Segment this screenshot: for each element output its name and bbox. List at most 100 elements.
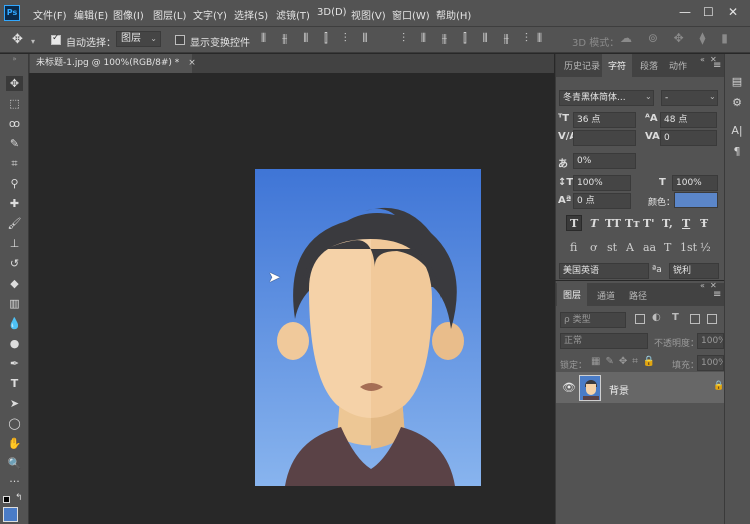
- close-tab-icon[interactable]: ×: [188, 58, 196, 68]
- menu-help[interactable]: 帮助(H): [436, 7, 471, 22]
- character-panel-icon[interactable]: A|: [729, 124, 745, 138]
- layers-collapse-icon[interactable]: ✕: [710, 281, 717, 290]
- align-icons-group-1[interactable]: ⫴ ⫵ ⫴ ⫿ ⫶ ⫴: [261, 31, 374, 46]
- opacity-field[interactable]: 100%: [697, 333, 724, 349]
- zoom-tool-icon[interactable]: 🔍: [6, 456, 23, 471]
- filter-type-icon[interactable]: T: [672, 312, 679, 323]
- discretionary-ligatures-button[interactable]: ơ: [590, 241, 597, 254]
- filter-adjustment-icon[interactable]: ◐: [652, 312, 661, 323]
- titling-alternates-button[interactable]: A: [626, 241, 634, 254]
- fill-field[interactable]: 100%: [697, 355, 724, 371]
- tsume-field[interactable]: 0%: [573, 153, 636, 169]
- tool-preset-caret-icon[interactable]: ▾: [31, 37, 35, 46]
- menu-filter[interactable]: 滤镜(T): [276, 7, 310, 22]
- underline-button[interactable]: T: [682, 217, 690, 230]
- menu-select[interactable]: 选择(S): [234, 7, 268, 22]
- font-family-select[interactable]: 冬青黑体简体...: [559, 90, 654, 106]
- strikethrough-button[interactable]: Ŧ: [700, 217, 708, 230]
- close-window-button[interactable]: ✕: [728, 5, 738, 19]
- layer-filter-select[interactable]: ρ 类型: [560, 312, 626, 328]
- pen-tool-icon[interactable]: ✒: [6, 356, 23, 371]
- more-tools-icon[interactable]: ···: [6, 474, 23, 489]
- marquee-tool-icon[interactable]: ⬚: [6, 96, 23, 111]
- layers-menu-icon[interactable]: ≡: [713, 289, 721, 300]
- chevron-down-icon[interactable]: ⌄: [709, 92, 716, 101]
- auto-select-dropdown[interactable]: 图层 ⌄: [116, 31, 161, 47]
- eyedropper-tool-icon[interactable]: ⚲: [6, 176, 23, 191]
- vertical-scale-field[interactable]: 100%: [573, 175, 631, 191]
- tab-layers[interactable]: 图层: [557, 283, 588, 306]
- lock-icons[interactable]: ▦✎✥⌗🔒: [591, 356, 660, 367]
- quick-select-tool-icon[interactable]: ✎: [6, 136, 23, 151]
- dodge-tool-icon[interactable]: ●: [6, 336, 23, 351]
- gradient-tool-icon[interactable]: ▥: [6, 296, 23, 311]
- font-size-field[interactable]: 36 点: [573, 112, 636, 128]
- auto-align-icon[interactable]: ⫴: [537, 31, 542, 46]
- tab-channels[interactable]: 通道: [597, 289, 615, 302]
- lasso-tool-icon[interactable]: ꝏ: [6, 116, 23, 131]
- old-style-button[interactable]: T: [664, 241, 671, 254]
- toolbox-collapse-icon[interactable]: »: [0, 55, 29, 63]
- ligatures-button[interactable]: fi: [570, 241, 577, 254]
- tab-actions[interactable]: 动作: [669, 59, 687, 72]
- crop-tool-icon[interactable]: ⌗: [6, 156, 23, 171]
- menu-view[interactable]: 视图(V): [351, 7, 386, 22]
- brush-panel-icon[interactable]: ⚙: [729, 96, 745, 110]
- superscript-button[interactable]: T': [643, 217, 655, 230]
- clone-stamp-tool-icon[interactable]: ⊥: [6, 236, 23, 251]
- text-color-swatch[interactable]: [674, 192, 718, 208]
- panel-expand-icon[interactable]: «: [700, 55, 705, 64]
- antialias-select[interactable]: 锐利: [669, 263, 719, 279]
- chevron-down-icon[interactable]: ⌄: [645, 92, 652, 101]
- fractions-button[interactable]: ½: [700, 241, 711, 254]
- hand-tool-icon[interactable]: ✋: [6, 436, 23, 451]
- filter-smart-icon[interactable]: [707, 314, 717, 324]
- faux-bold-button[interactable]: T: [570, 217, 578, 230]
- menu-edit[interactable]: 编辑(E): [74, 7, 108, 22]
- blend-mode-select[interactable]: 正常: [560, 333, 648, 349]
- tab-history[interactable]: 历史记录: [564, 59, 600, 72]
- type-tool-icon[interactable]: T: [6, 376, 23, 391]
- filter-shape-icon[interactable]: [690, 314, 700, 324]
- layers-expand-icon[interactable]: «: [700, 281, 705, 290]
- blur-tool-icon[interactable]: 💧: [6, 316, 23, 331]
- brush-tool-icon[interactable]: 🖌: [6, 216, 23, 231]
- document-tab[interactable]: 未标题-1.jpg @ 100%(RGB/8#) * ×: [30, 54, 196, 73]
- shape-tool-icon[interactable]: ◯: [6, 416, 23, 431]
- paragraph-panel-icon[interactable]: ¶: [729, 145, 745, 159]
- horizontal-scale-field[interactable]: 100%: [672, 175, 718, 191]
- document-canvas[interactable]: [255, 169, 481, 486]
- tab-paragraph[interactable]: 段落: [640, 59, 658, 72]
- all-caps-button[interactable]: TT: [605, 217, 621, 230]
- default-colors-icon[interactable]: [3, 496, 10, 503]
- menu-3d[interactable]: 3D(D): [317, 7, 347, 18]
- stylistic-alternates-button[interactable]: aa: [643, 241, 656, 254]
- swap-colors-icon[interactable]: ↰: [15, 493, 23, 503]
- tab-paths[interactable]: 路径: [629, 289, 647, 302]
- baseline-field[interactable]: 0 点: [573, 193, 631, 209]
- menu-image[interactable]: 图像(I): [113, 7, 144, 22]
- filter-pixel-icon[interactable]: [635, 314, 645, 324]
- ordinals-button[interactable]: 1st: [680, 241, 697, 254]
- panel-collapse-icon[interactable]: ✕: [710, 55, 717, 64]
- tracking-field[interactable]: 0: [660, 130, 717, 146]
- menu-type[interactable]: 文字(Y): [193, 7, 227, 22]
- history-panel-icon[interactable]: ▤: [729, 75, 745, 89]
- subscript-button[interactable]: T,: [662, 217, 673, 230]
- faux-italic-button[interactable]: T: [590, 217, 598, 230]
- leading-field[interactable]: 48 点: [660, 112, 717, 128]
- menu-file[interactable]: 文件(F): [33, 7, 67, 22]
- menu-layer[interactable]: 图层(L): [153, 7, 186, 22]
- tab-character[interactable]: 字符: [602, 54, 633, 77]
- move-tool-icon[interactable]: ✥: [12, 32, 23, 47]
- distribute-icons-group[interactable]: ⫶ ⫴ ⫵ ⫿ ⫴ ⫵ ⫶: [402, 31, 534, 46]
- move-tool-icon[interactable]: ✥: [6, 76, 23, 91]
- small-caps-button[interactable]: Tт: [625, 217, 640, 230]
- language-select[interactable]: 美国英语: [559, 263, 649, 279]
- kerning-field[interactable]: [573, 130, 636, 146]
- path-select-tool-icon[interactable]: ➤: [6, 396, 23, 411]
- eye-visibility-icon[interactable]: 👁: [562, 381, 576, 394]
- 3d-mode-icons[interactable]: ☁ ⊚ ✥ ⧫ ▮: [620, 31, 734, 45]
- eraser-tool-icon[interactable]: ◆: [6, 276, 23, 291]
- show-transform-checkbox[interactable]: [175, 35, 185, 45]
